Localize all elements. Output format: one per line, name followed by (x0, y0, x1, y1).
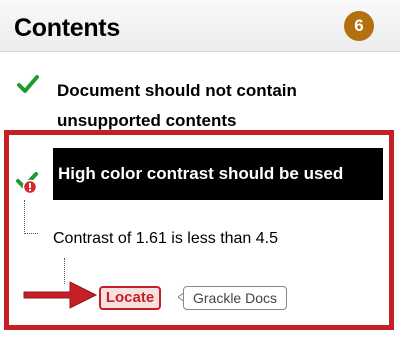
issue-title-high-color-contrast[interactable]: High color contrast should be used (53, 148, 383, 200)
grackle-docs-button[interactable]: Grackle Docs (183, 286, 287, 310)
check-icon (17, 75, 39, 93)
locate-button[interactable]: Locate (99, 286, 161, 310)
check-with-error-icon (16, 172, 38, 194)
issue-count-badge: 6 (344, 11, 374, 41)
panel-title: Contents (14, 14, 120, 42)
arrow-right-icon (23, 281, 98, 309)
contents-header: Contents 6 (0, 0, 400, 52)
check-item-unsupported-contents[interactable]: Document should not contain unsupported … (57, 76, 377, 136)
tree-connector (24, 200, 38, 234)
issue-detail-text: Contrast of 1.61 is less than 4.5 (53, 230, 279, 247)
